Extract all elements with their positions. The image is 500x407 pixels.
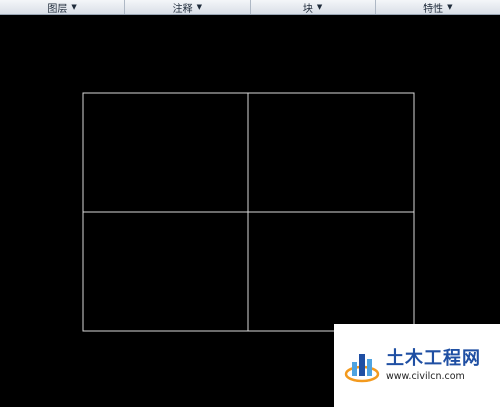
ribbon-panel-layers[interactable]: 图层 ▼ bbox=[0, 0, 126, 15]
ribbon-panel-label: 图层 bbox=[47, 3, 68, 15]
cad-application: 图层 ▼ 注释 ▼ 块 ▼ 特性 ▼ 土木工程网 www.civilcn.com bbox=[0, 0, 500, 407]
watermark-url: www.civilcn.com bbox=[386, 370, 465, 382]
chevron-down-icon: ▼ bbox=[71, 2, 77, 11]
ribbon-panel-annotation[interactable]: 注释 ▼ bbox=[125, 0, 251, 15]
chevron-down-icon: ▼ bbox=[196, 2, 203, 11]
ribbon-panel-properties[interactable]: 特性 ▼ bbox=[376, 0, 500, 15]
ribbon-panel-bar: 图层 ▼ 注释 ▼ 块 ▼ 特性 ▼ bbox=[0, 0, 500, 15]
chevron-down-icon: ▼ bbox=[316, 2, 323, 11]
ribbon-panel-label: 特性 bbox=[423, 3, 444, 15]
site-watermark: 土木工程网 www.civilcn.com bbox=[334, 324, 500, 407]
ribbon-panel-label: 块 bbox=[302, 3, 313, 15]
ribbon-panel-block[interactable]: 块 ▼ bbox=[251, 0, 376, 15]
chevron-down-icon: ▼ bbox=[447, 2, 453, 11]
building-bars-logo-icon bbox=[344, 353, 380, 382]
watermark-title: 土木工程网 bbox=[386, 348, 481, 370]
ribbon-panel-label: 注释 bbox=[172, 3, 193, 15]
